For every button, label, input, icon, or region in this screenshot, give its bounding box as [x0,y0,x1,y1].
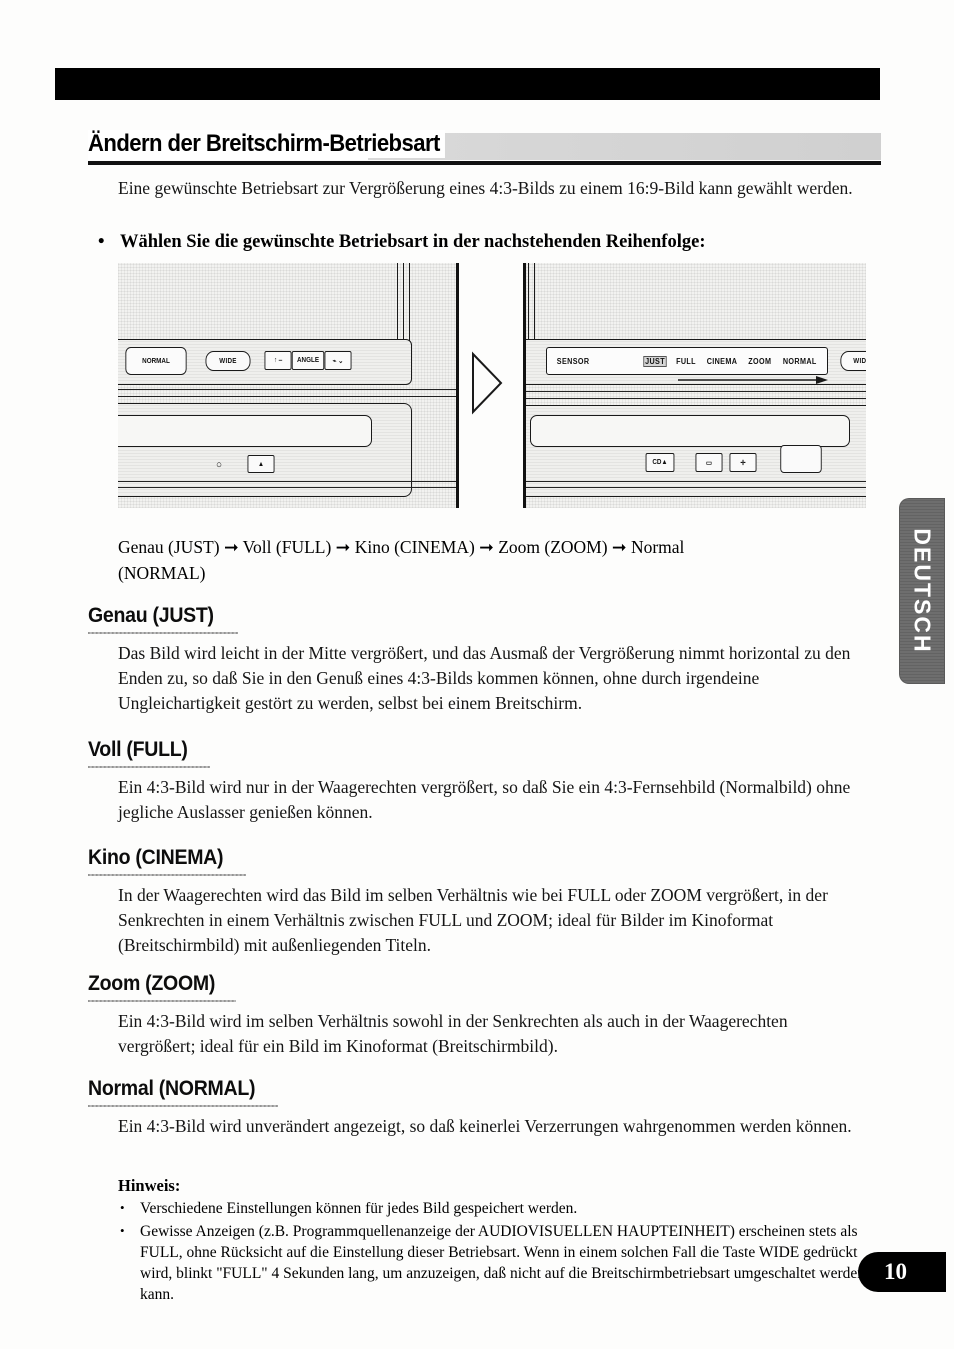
mode-rule-cinema [88,874,246,876]
mode-heading-zoom: Zoom (ZOOM) [88,972,216,995]
left-device-angle-up-button[interactable]: ↑ ⎯ [264,351,292,370]
left-device-edge-line-1 [118,389,456,390]
bullet-lead-text: Wählen Sie die gewünschte Betriebsart in… [120,232,706,252]
left-device-eject-button[interactable]: ▲ [247,455,275,473]
note-bullet-marker: • [120,1200,125,1215]
note-list: • Verschiedene Einstellungen können für … [118,1198,866,1307]
language-tab-label: DEUTSCH [909,528,936,654]
mode-rule-normal [88,1105,278,1107]
right-device-base-line-1 [526,481,866,482]
document-page: Ändern der Breitschirm-Betriebsart Eine … [0,0,954,1349]
left-device-disc-slot [118,415,372,447]
note-title: Hinweis: [118,1176,181,1195]
language-tab-deutsch: DEUTSCH [899,498,945,684]
right-device-edge-line-1 [526,391,866,392]
mode-rule-full [88,766,210,768]
right-device-sensor-label: SENSOR [556,356,590,366]
right-device-disc-slot [530,415,850,447]
left-device-edge-line-2 [118,396,456,397]
left-device-wide-button[interactable]: WIDE [205,351,251,371]
right-device-osd-strip: SENSOR JUST FULL CINEMA ZOOM NORMAL [546,347,828,375]
left-device-base-line-2 [118,487,456,488]
mode-rule-zoom [88,1000,236,1002]
section-heading: Ändern der Breitschirm-Betriebsart [88,130,881,165]
osd-mode-full: FULL [676,356,697,366]
mode-rule-just [88,632,238,634]
note-item-text: Gewisse Anzeigen (z.B. Programmquellenan… [140,1223,866,1303]
osd-progression-arrow-icon [678,375,828,385]
osd-mode-normal: NORMAL [782,356,817,366]
note-item-text: Verschiedene Einstellungen können für je… [140,1200,578,1217]
right-device-minus-button[interactable]: ▭ [695,453,723,472]
note-bullet-marker: • [120,1223,125,1238]
section-heading-band: Ändern der Breitschirm-Betriebsart [88,130,881,160]
header-black-bar [55,68,880,100]
right-device-plus-button[interactable]: ✛ [729,453,757,472]
mode-body-normal: Ein 4:3-Bild wird unverändert angezeigt,… [118,1116,852,1136]
left-device-angle-button[interactable]: ANGLE [291,351,325,370]
mode-heading-just: Genau (JUST) [88,604,214,627]
mode-sequence-line-1: Genau (JUST) ➞ Voll (FULL) ➞ Kino (CINEM… [118,537,685,557]
page-number-badge: 10 [858,1252,946,1292]
right-device-wide-button[interactable]: WIDE [840,351,866,371]
osd-mode-cinema: CINEMA [706,356,738,366]
device-illustration: NORMAL WIDE ↑ ⎯ ANGLE ⌁ ⌄ ○ ▲ SENSOR JUS… [118,263,866,508]
left-device-base-line-1 [118,481,456,482]
note-list-item: • Verschiedene Einstellungen können für … [118,1198,866,1219]
bullet-lead: • Wählen Sie die gewünschte Betriebsart … [98,230,888,255]
mode-body-full: Ein 4:3-Bild wird nur in der Waagerechte… [118,777,851,822]
right-device-panel: SENSOR JUST FULL CINEMA ZOOM NORMAL WIDE [523,263,866,508]
section-heading-rule [88,161,881,165]
left-device-normal-button[interactable]: NORMAL [125,347,187,375]
mode-heading-full: Voll (FULL) [88,738,188,761]
osd-mode-zoom: ZOOM [748,356,772,366]
left-device-indicator-icon: ○ [216,459,223,471]
note-list-item: • Gewisse Anzeigen (z.B. Programmquellen… [118,1221,866,1305]
left-device-panel: NORMAL WIDE ↑ ⎯ ANGLE ⌁ ⌄ ○ ▲ [118,263,459,508]
section-heading-title: Ändern der Breitschirm-Betriebsart [88,130,446,158]
right-device-blank-key[interactable] [780,445,822,473]
mode-sequence: Genau (JUST) ➞ Voll (FULL) ➞ Kino (CINEM… [118,534,858,586]
mode-heading-normal: Normal (NORMAL) [88,1077,256,1100]
bullet-marker: • [98,232,105,252]
mode-body-just: Das Bild wird leicht in der Mitte vergrö… [118,643,851,713]
mode-heading-cinema: Kino (CINEMA) [88,846,224,869]
left-device-angle-down-button[interactable]: ⌁ ⌄ [324,351,352,370]
mode-body-cinema: In der Waagerechten wird das Bild im sel… [118,885,828,955]
mode-body-zoom: Ein 4:3-Bild wird im selben Verhältnis s… [118,1011,788,1056]
section-intro-paragraph: Eine gewünschte Betriebsart zur Vergröße… [118,178,853,198]
osd-mode-just: JUST [643,355,667,367]
right-device-cd-eject-button[interactable]: CD▲ [645,453,675,472]
page-number: 10 [884,1259,907,1284]
right-device-base-line-2 [526,487,866,488]
right-device-edge-line-2 [526,398,866,399]
mode-sequence-line-2: (NORMAL) [118,563,206,583]
